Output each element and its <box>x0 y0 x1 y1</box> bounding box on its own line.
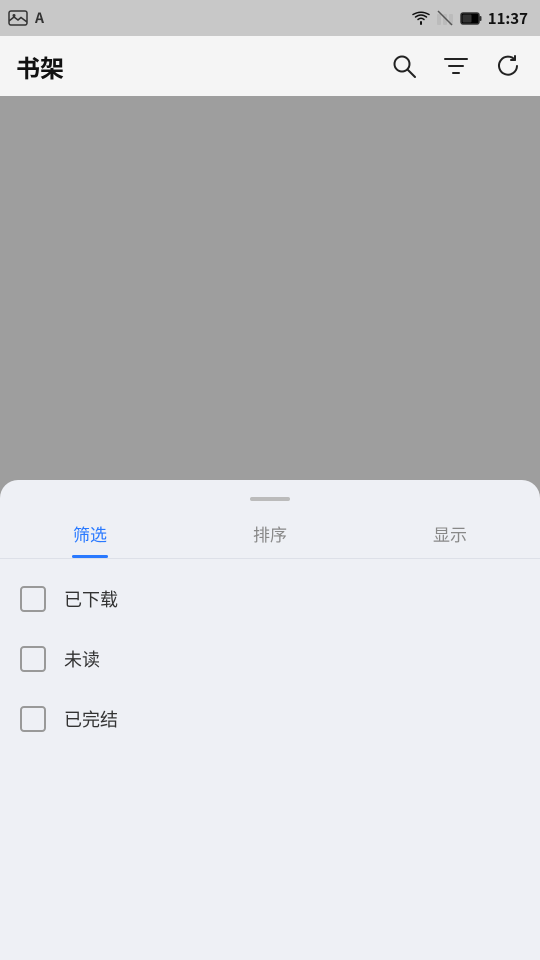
search-button[interactable] <box>388 50 420 82</box>
filter-label-downloaded: 已下载 <box>64 586 118 612</box>
app-bar-actions <box>388 50 524 82</box>
tab-filter-label: 筛选 <box>73 521 107 546</box>
status-bar-left: A <box>8 10 52 26</box>
drag-handle <box>250 497 290 501</box>
wifi-icon <box>412 11 430 25</box>
tab-sort[interactable]: 排序 <box>180 508 360 558</box>
app-bar: 书架 <box>0 36 540 96</box>
filter-label-finished: 已完结 <box>64 706 118 732</box>
tab-sort-label: 排序 <box>253 521 287 546</box>
signal-icon <box>436 10 454 26</box>
tab-filter-underline <box>72 555 108 558</box>
status-time: 11:37 <box>488 8 528 29</box>
drag-handle-area <box>0 480 540 508</box>
battery-icon <box>460 12 482 25</box>
image-status-icon <box>8 10 28 26</box>
tab-filter[interactable]: 筛选 <box>0 508 180 558</box>
filter-label-unread: 未读 <box>64 646 100 672</box>
refresh-button[interactable] <box>492 50 524 82</box>
checkbox-finished[interactable] <box>20 706 46 732</box>
tab-display[interactable]: 显示 <box>360 508 540 558</box>
checkbox-unread[interactable] <box>20 646 46 672</box>
filter-options: 已下载 未读 已完结 <box>0 559 540 759</box>
tab-display-label: 显示 <box>433 521 467 546</box>
font-status-icon: A <box>34 10 52 26</box>
checkbox-downloaded[interactable] <box>20 586 46 612</box>
status-bar-right: 11:37 <box>412 8 528 29</box>
bottom-sheet: 筛选 排序 显示 已下载 未读 已完结 <box>0 480 540 960</box>
filter-button[interactable] <box>440 50 472 82</box>
filter-item-finished[interactable]: 已完结 <box>20 689 520 749</box>
filter-item-unread[interactable]: 未读 <box>20 629 520 689</box>
svg-text:A: A <box>34 10 45 26</box>
filter-item-downloaded[interactable]: 已下载 <box>20 569 520 629</box>
status-bar: A <box>0 0 540 36</box>
sheet-tabs: 筛选 排序 显示 <box>0 508 540 559</box>
app-bar-title: 书架 <box>16 49 388 84</box>
main-content <box>0 96 540 480</box>
